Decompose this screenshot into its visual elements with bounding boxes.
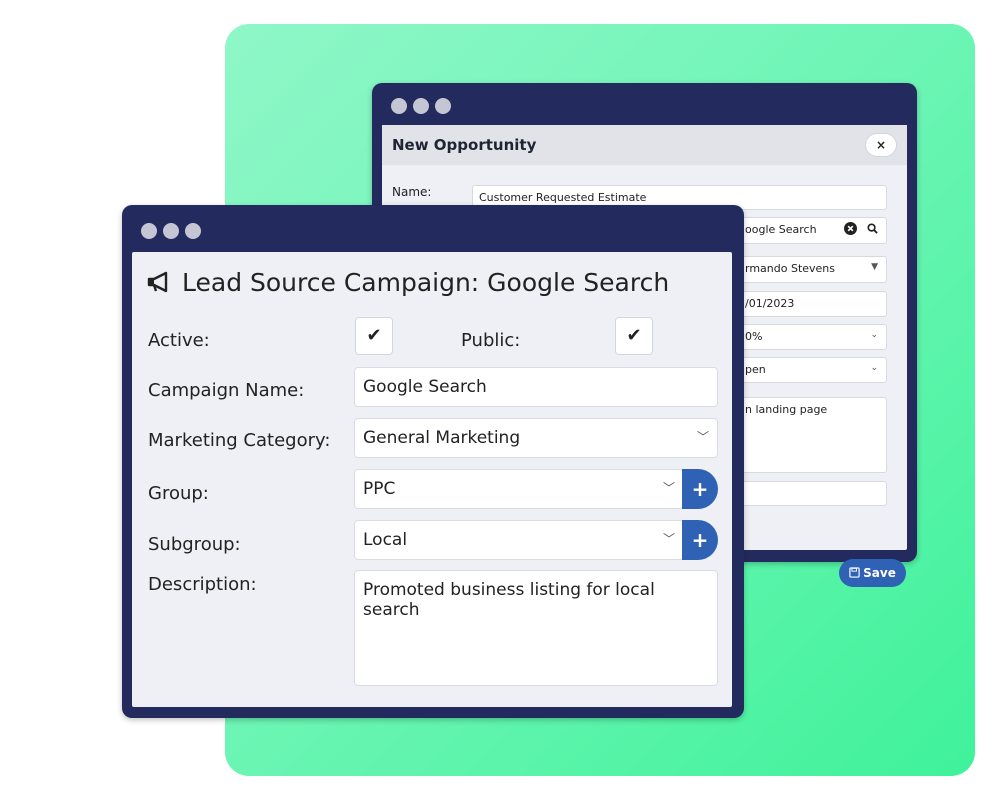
floppy-disk-icon [849, 567, 860, 578]
subgroup-label: Subgroup: [148, 534, 241, 555]
status-value: pen [745, 363, 766, 376]
lead-source-value: oogle Search [745, 223, 817, 236]
lead-source-campaign-panel: Lead Source Campaign: Google Search Acti… [132, 252, 732, 707]
marketing-category-label: Marketing Category: [148, 430, 331, 451]
close-date-field[interactable]: /01/2023 [738, 291, 887, 317]
campaign-name-label: Campaign Name: [148, 380, 305, 401]
chevron-down-icon: ⌄ [870, 363, 878, 373]
caret-down-icon: ▼ [871, 262, 878, 272]
lead-source-field[interactable]: oogle Search [738, 217, 887, 244]
page-title: Lead Source Campaign: Google Search [146, 268, 669, 297]
public-checkbox[interactable]: ✔ [615, 317, 653, 355]
probability-value: 0% [745, 330, 763, 343]
plus-icon: + [691, 528, 709, 552]
description-label: Description: [148, 574, 257, 595]
close-button[interactable]: × [865, 133, 897, 157]
owner-select[interactable]: rmando Stevens ▼ [738, 256, 887, 283]
name-label: Name: [392, 185, 432, 199]
save-button[interactable]: Save [839, 559, 906, 587]
save-label: Save [863, 566, 896, 580]
active-label: Active: [148, 330, 210, 351]
dialog-title: New Opportunity [392, 136, 537, 154]
group-label: Group: [148, 483, 209, 504]
search-icon[interactable] [867, 223, 878, 234]
window-dot-icon[interactable] [413, 98, 429, 114]
subgroup-value: Local [363, 530, 408, 550]
window-dot-icon[interactable] [435, 98, 451, 114]
lead-source-actions [844, 222, 878, 236]
campaign-name-input[interactable]: Google Search [354, 367, 718, 407]
clear-circle-icon[interactable] [844, 222, 858, 235]
probability-select[interactable]: 0% ⌄ [738, 324, 887, 350]
active-checkbox[interactable]: ✔ [355, 317, 393, 355]
status-select[interactable]: pen ⌄ [738, 357, 887, 383]
owner-value: rmando Stevens [745, 262, 836, 275]
chevron-down-icon: ﹀ [696, 430, 709, 444]
dialog-header: New Opportunity × [382, 125, 907, 165]
marketing-category-select[interactable]: General Marketing ﹀ [354, 418, 718, 458]
window-controls [391, 98, 451, 114]
page-title-text: Lead Source Campaign: Google Search [182, 268, 670, 297]
description-textarea[interactable]: Promoted business listing for local sear… [354, 570, 718, 686]
window-controls [141, 223, 201, 239]
window-dot-icon[interactable] [163, 223, 179, 239]
window-dot-icon[interactable] [391, 98, 407, 114]
megaphone-icon [147, 271, 168, 293]
public-label: Public: [461, 330, 521, 351]
chevron-down-icon: ﹀ [662, 481, 675, 495]
check-icon: ✔ [626, 325, 642, 346]
lead-source-campaign-window: Lead Source Campaign: Google Search Acti… [122, 205, 744, 718]
chevron-down-icon: ﹀ [662, 532, 675, 546]
add-subgroup-button[interactable]: + [682, 520, 718, 560]
chevron-down-icon: ⌄ [870, 330, 878, 340]
check-icon: ✔ [366, 325, 382, 346]
window-dot-icon[interactable] [141, 223, 157, 239]
notes-textarea[interactable]: n landing page [738, 397, 887, 473]
group-select[interactable]: PPC ﹀ [354, 469, 684, 509]
plus-icon: + [691, 477, 709, 501]
add-group-button[interactable]: + [682, 469, 718, 509]
window-dot-icon[interactable] [185, 223, 201, 239]
subgroup-select[interactable]: Local ﹀ [354, 520, 684, 560]
group-value: PPC [363, 479, 396, 499]
extra-field[interactable] [738, 481, 887, 506]
marketing-category-value: General Marketing [363, 428, 521, 448]
